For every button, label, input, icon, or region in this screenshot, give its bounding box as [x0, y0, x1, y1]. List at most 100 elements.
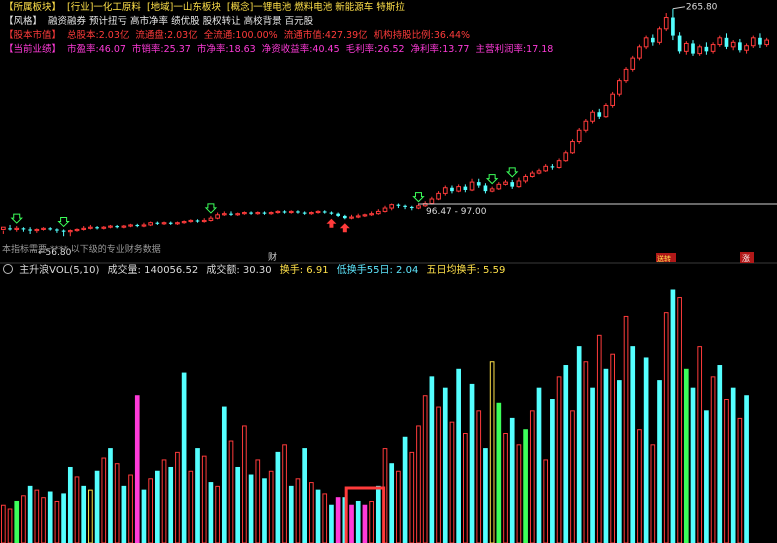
- candle: [81, 226, 87, 231]
- candle: [21, 227, 26, 232]
- volume-bar: [275, 451, 281, 543]
- volume-bar: [288, 485, 294, 543]
- bonus-marker: 送转: [657, 254, 671, 263]
- candle-body: [510, 182, 515, 187]
- candle: [115, 224, 120, 229]
- candle: [724, 33, 729, 50]
- candle: [436, 191, 441, 201]
- candle-body: [229, 213, 233, 215]
- candle-body: [74, 228, 80, 232]
- volume-bar: [242, 425, 247, 543]
- volume-bar: [483, 448, 488, 543]
- candle: [375, 209, 381, 215]
- volume-bar: [436, 406, 441, 543]
- row3-item: 流通市值:427.39亿: [283, 30, 368, 41]
- row3-item: 全流通:100.00%: [203, 30, 278, 41]
- volume-indicator-title[interactable]: 主升浪VOL(5,10): [19, 265, 99, 276]
- candle: [255, 211, 261, 215]
- candle: [108, 224, 113, 229]
- candle-body: [603, 104, 609, 118]
- indicator-settings-icon[interactable]: [3, 264, 13, 274]
- volume-bar: [596, 334, 602, 543]
- candle-body: [268, 212, 274, 215]
- volume-bar: [442, 387, 448, 543]
- candle: [101, 226, 107, 230]
- volume-bar: [643, 357, 649, 543]
- candle-body: [576, 129, 582, 143]
- candle: [175, 221, 180, 225]
- volume-bar: [730, 387, 736, 543]
- candle: [55, 228, 59, 233]
- candle-body: [489, 188, 495, 192]
- volume-bar: [663, 312, 669, 543]
- candle-body: [362, 214, 368, 217]
- volume-bar: [657, 380, 662, 543]
- volume-bar: [429, 376, 435, 543]
- candle-body: [717, 37, 723, 46]
- candle-body: [677, 35, 682, 52]
- volume-bar: [255, 459, 261, 543]
- candle: [262, 211, 267, 215]
- candle-body: [302, 212, 307, 214]
- candle-body: [710, 44, 716, 52]
- row3-item: 机构持股比例:36.44%: [373, 30, 471, 41]
- volume-bar: [268, 470, 274, 543]
- candle: [229, 211, 233, 216]
- candle: [529, 170, 535, 178]
- candle: [8, 224, 12, 231]
- candle: [362, 213, 368, 218]
- candle-body: [336, 213, 340, 216]
- candle-body: [750, 37, 756, 47]
- volume-bar: [161, 459, 167, 543]
- candle-body: [529, 172, 535, 177]
- candle: [637, 44, 642, 61]
- candle-body: [697, 46, 703, 55]
- volume-bar: [21, 495, 26, 543]
- buy-signal-icon: [10, 213, 23, 224]
- volume-bar: [309, 482, 314, 543]
- candle: [34, 228, 40, 233]
- candle-body: [296, 211, 300, 213]
- candle-body: [764, 39, 769, 46]
- candle: [221, 211, 227, 216]
- candle: [336, 212, 340, 218]
- candle-body: [483, 185, 488, 192]
- candle: [576, 128, 582, 144]
- row1-item: 【所属板块】: [4, 2, 62, 13]
- volume-bar: [610, 353, 615, 543]
- volume-bar: [195, 448, 200, 543]
- candle: [195, 219, 200, 223]
- candle: [570, 139, 575, 154]
- candle: [597, 108, 602, 119]
- candle: [691, 40, 695, 56]
- up-arrow-icon: [326, 218, 337, 228]
- candle-body: [691, 43, 695, 54]
- candle-body: [155, 222, 160, 224]
- candle-body: [429, 198, 435, 205]
- candle: [758, 33, 762, 48]
- volume-bar: [349, 504, 354, 543]
- candle-body: [463, 186, 468, 190]
- candle: [181, 220, 187, 224]
- volume-bar: [74, 476, 80, 543]
- financial-marker: 财: [268, 251, 277, 263]
- candle-body: [409, 206, 414, 209]
- candle-body: [81, 227, 87, 230]
- candle: [1, 226, 6, 234]
- volume-bar: [355, 500, 361, 543]
- volume-bar: [570, 410, 575, 543]
- candle: [738, 38, 742, 53]
- row1-item: [行业]一化工原料: [67, 2, 141, 13]
- volume-bar: [215, 485, 220, 543]
- candle: [643, 35, 649, 50]
- candle-body: [8, 228, 12, 230]
- volume-bar: [402, 436, 408, 543]
- candle-body: [416, 205, 421, 209]
- candle: [121, 224, 127, 229]
- volume-bar: [181, 372, 187, 543]
- candle-body: [657, 28, 662, 43]
- volume-bar: [744, 395, 749, 543]
- candle-body: [375, 210, 381, 215]
- candle: [128, 223, 133, 228]
- candle: [275, 210, 281, 214]
